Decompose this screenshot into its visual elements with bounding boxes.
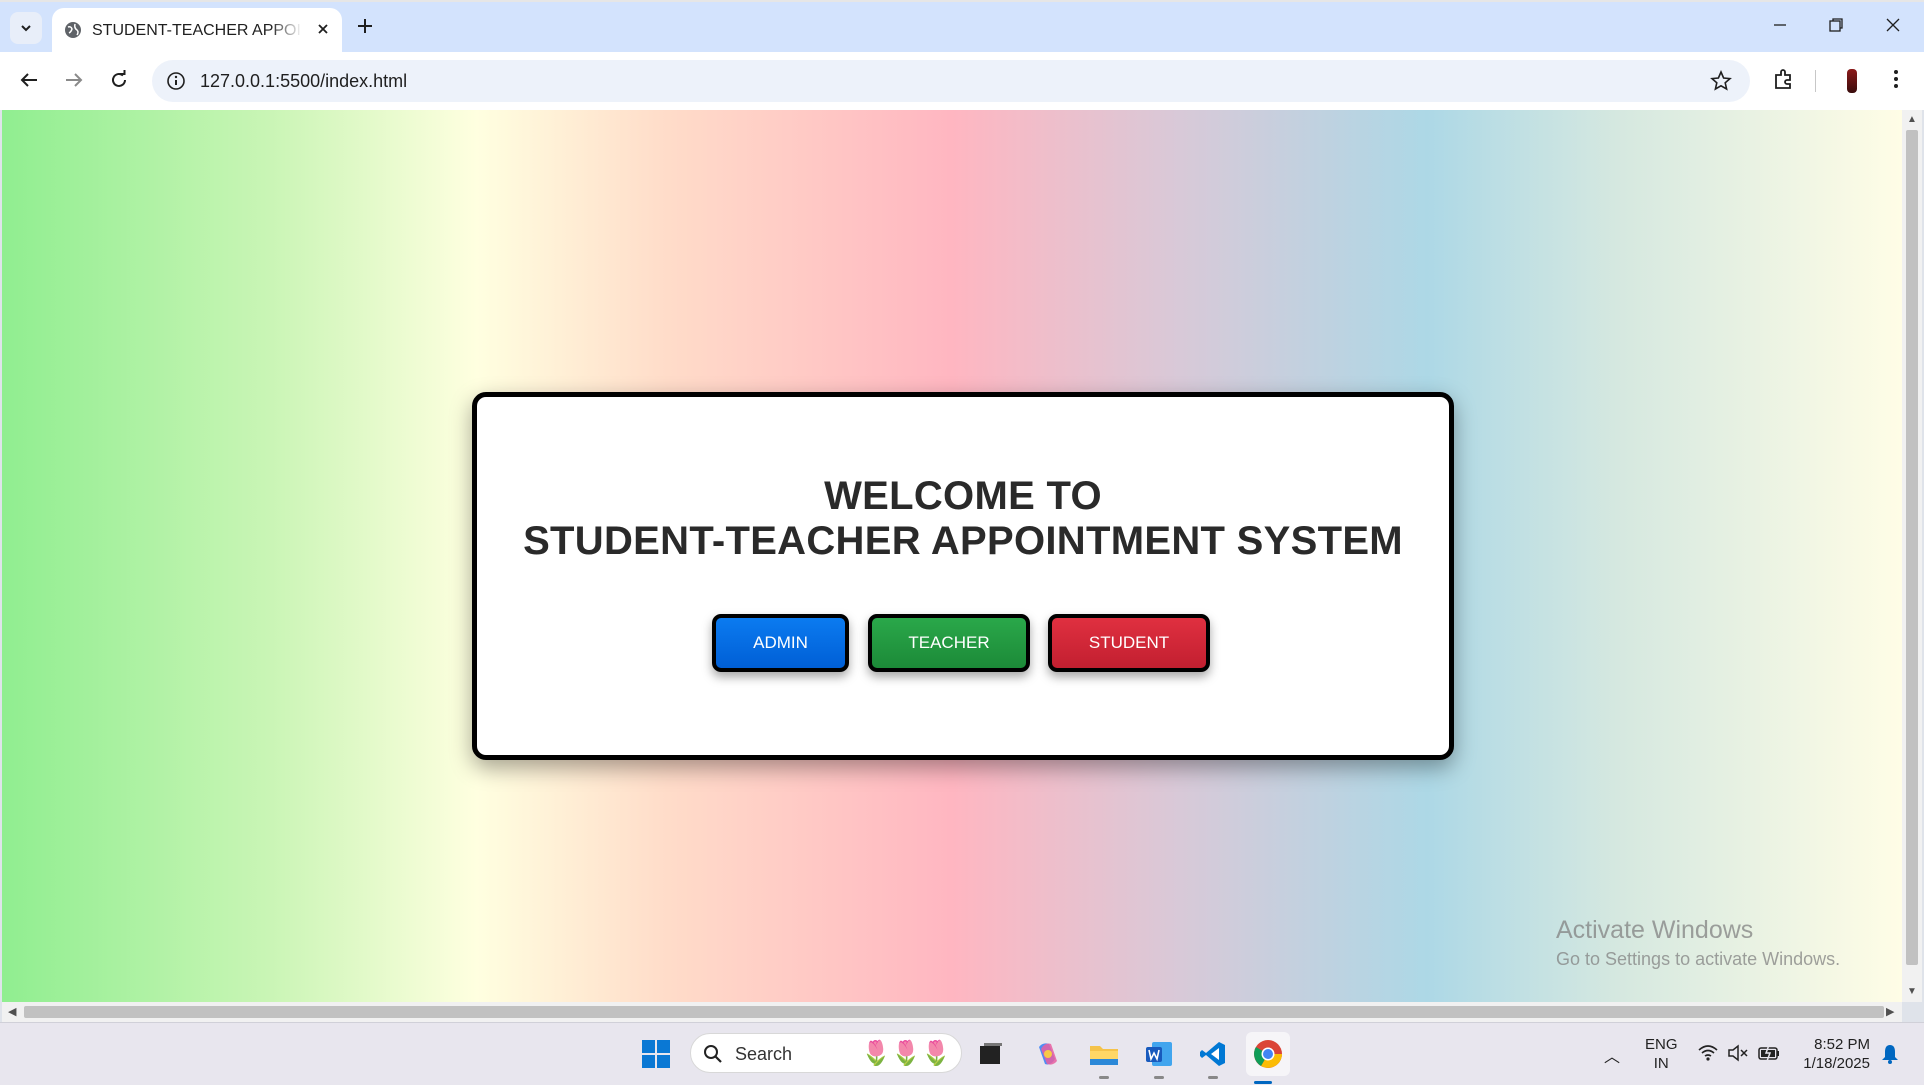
activate-windows-watermark: Activate Windows Go to Settings to activ… — [1556, 916, 1840, 970]
admin-button[interactable]: ADMIN — [712, 614, 849, 672]
windows-start-icon[interactable] — [641, 1039, 671, 1069]
lang-region: IN — [1653, 1055, 1669, 1072]
vscode-icon[interactable] — [1196, 1037, 1230, 1079]
tulips-icon: 🌷🌷🌷 — [861, 1040, 951, 1067]
tab-search-button[interactable] — [10, 12, 42, 44]
student-button[interactable]: STUDENT — [1048, 614, 1210, 672]
horizontal-scroll-thumb[interactable] — [24, 1006, 1884, 1018]
restore-icon[interactable] — [1827, 16, 1845, 34]
windows-taskbar: Search 🌷🌷🌷 ︿ ENG IN 8:52 PM 1/18/2025 — [0, 1022, 1924, 1085]
clock-date: 1/18/2025 — [1803, 1055, 1870, 1072]
lang-code: ENG — [1645, 1036, 1678, 1053]
teacher-button[interactable]: TEACHER — [868, 614, 1030, 672]
menu-kebab-icon[interactable] — [1884, 67, 1908, 91]
minimize-icon[interactable] — [1771, 16, 1789, 34]
system-clock[interactable]: 8:52 PM 1/18/2025 — [1792, 1035, 1870, 1073]
scroll-up-icon[interactable]: ▲ — [1907, 114, 1917, 125]
task-view-icon[interactable] — [974, 1037, 1008, 1071]
scroll-right-icon[interactable]: ▶ — [1886, 1005, 1894, 1018]
browser-tab[interactable]: STUDENT-TEACHER APPOINTMENT SYSTEM — [52, 8, 342, 54]
toolbar-separator — [1815, 70, 1816, 92]
extensions-puzzle-icon[interactable] — [1772, 67, 1796, 91]
taskbar-search[interactable]: Search 🌷🌷🌷 — [690, 1033, 962, 1073]
bookmark-star-icon[interactable] — [1710, 70, 1732, 92]
reload-icon[interactable] — [108, 69, 130, 91]
chevron-up-icon[interactable]: ︿ — [1604, 1043, 1620, 1067]
chrome-icon[interactable] — [1246, 1032, 1290, 1084]
profile-avatar[interactable] — [1838, 67, 1866, 95]
tab-title: STUDENT-TEACHER APPOINTMENT SYSTEM — [92, 22, 302, 39]
speaker-muted-icon[interactable] — [1727, 1043, 1749, 1063]
watermark-subtitle: Go to Settings to activate Windows. — [1556, 949, 1841, 969]
close-icon[interactable] — [316, 22, 330, 36]
watermark-title: Activate Windows — [1556, 916, 1754, 944]
globe-icon — [65, 22, 81, 38]
file-explorer-icon[interactable] — [1087, 1037, 1121, 1079]
address-bar[interactable]: 127.0.0.1:5500/index.html — [152, 60, 1750, 102]
running-indicator — [1099, 1076, 1109, 1079]
tab-strip: STUDENT-TEACHER APPOINTMENT SYSTEM — [0, 0, 1924, 54]
notification-bell-icon[interactable] — [1880, 1043, 1900, 1065]
search-icon — [704, 1045, 722, 1063]
scroll-left-icon[interactable]: ◀ — [8, 1005, 16, 1018]
chevron-down-icon — [21, 25, 31, 32]
running-indicator — [1154, 1076, 1164, 1079]
close-window-icon[interactable] — [1884, 16, 1902, 34]
search-label: Search — [735, 1044, 793, 1064]
running-indicator — [1208, 1076, 1218, 1079]
word-icon[interactable] — [1142, 1037, 1176, 1079]
browser-toolbar: 127.0.0.1:5500/index.html — [0, 52, 1924, 110]
new-tab-icon[interactable] — [355, 16, 375, 36]
info-icon[interactable] — [166, 71, 186, 91]
page-viewport: WELCOME TO STUDENT-TEACHER APPOINTMENT S… — [2, 110, 1902, 1002]
scroll-down-icon[interactable]: ▼ — [1907, 986, 1917, 997]
forward-arrow-icon[interactable] — [63, 69, 85, 91]
url-text: 127.0.0.1:5500/index.html — [200, 71, 408, 91]
page-title-line1: WELCOME TO — [824, 474, 1102, 518]
vertical-scrollbar[interactable]: ▲ ▼ — [1902, 110, 1922, 1002]
copilot-icon[interactable] — [1031, 1037, 1065, 1071]
wifi-icon[interactable] — [1697, 1043, 1719, 1063]
battery-charging-icon[interactable] — [1757, 1043, 1781, 1063]
page-title-line2: STUDENT-TEACHER APPOINTMENT SYSTEM — [523, 519, 1403, 563]
language-indicator[interactable]: ENG IN — [1645, 1035, 1678, 1073]
welcome-card: WELCOME TO STUDENT-TEACHER APPOINTMENT S… — [472, 392, 1454, 760]
back-arrow-icon[interactable] — [18, 69, 40, 91]
vertical-scroll-thumb[interactable] — [1906, 130, 1918, 965]
clock-time: 8:52 PM — [1814, 1036, 1870, 1053]
horizontal-scrollbar[interactable]: ◀ ▶ — [2, 1002, 1902, 1022]
